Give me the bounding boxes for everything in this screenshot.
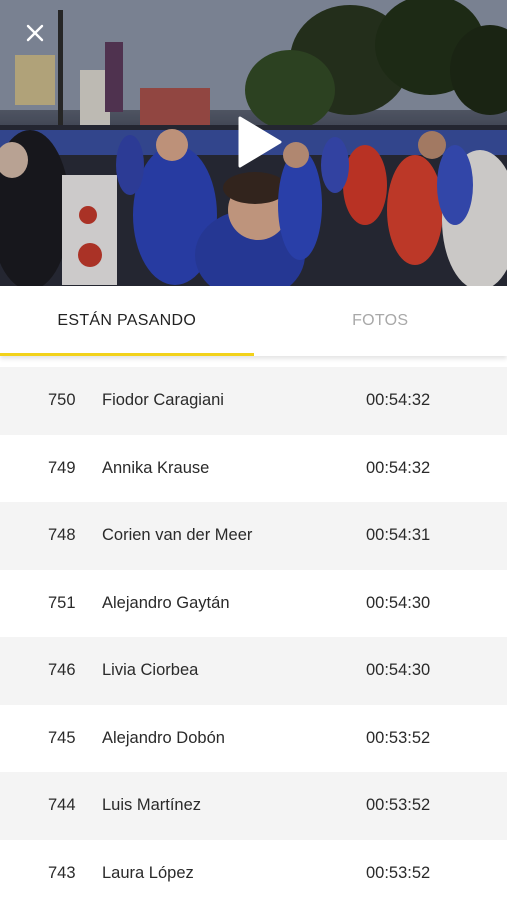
runner-bib: 751: [0, 594, 102, 613]
runner-name: Livia Ciorbea: [102, 661, 366, 680]
play-button[interactable]: [230, 112, 286, 172]
runner-bib: 745: [0, 729, 102, 748]
runner-row[interactable]: 748 Corien van der Meer 00:54:31: [0, 502, 507, 570]
runner-bib: 750: [0, 391, 102, 410]
runner-time: 00:53:52: [366, 729, 507, 748]
runner-time: 00:54:32: [366, 391, 507, 410]
runner-row[interactable]: 749 Annika Krause 00:54:32: [0, 435, 507, 503]
runners-list: 750 Fiodor Caragiani 00:54:32 749 Annika…: [0, 367, 507, 907]
play-icon: [230, 112, 286, 172]
runner-name: Alejandro Gaytán: [102, 594, 366, 613]
close-icon: [26, 24, 44, 42]
runner-time: 00:54:31: [366, 526, 507, 545]
runner-name: Laura López: [102, 864, 366, 883]
runner-name: Annika Krause: [102, 459, 366, 478]
runner-bib: 749: [0, 459, 102, 478]
runner-name: Corien van der Meer: [102, 526, 366, 545]
runner-time: 00:54:32: [366, 459, 507, 478]
runner-bib: 748: [0, 526, 102, 545]
runner-row[interactable]: 746 Livia Ciorbea 00:54:30: [0, 637, 507, 705]
runner-name: Alejandro Dobón: [102, 729, 366, 748]
runner-name: Luis Martínez: [102, 796, 366, 815]
runner-row[interactable]: 750 Fiodor Caragiani 00:54:32: [0, 367, 507, 435]
video-player[interactable]: [0, 0, 507, 286]
tab-fotos[interactable]: FOTOS: [254, 286, 507, 356]
runner-time: 00:53:52: [366, 796, 507, 815]
runner-row[interactable]: 745 Alejandro Dobón 00:53:52: [0, 705, 507, 773]
close-button[interactable]: [20, 18, 50, 48]
runner-time: 00:54:30: [366, 661, 507, 680]
runner-row[interactable]: 744 Luis Martínez 00:53:52: [0, 772, 507, 840]
runner-bib: 743: [0, 864, 102, 883]
runner-time: 00:53:52: [366, 864, 507, 883]
tab-bar: ESTÁN PASANDO FOTOS: [0, 286, 507, 356]
runner-row[interactable]: 751 Alejandro Gaytán 00:54:30: [0, 570, 507, 638]
runner-time: 00:54:30: [366, 594, 507, 613]
runner-bib: 744: [0, 796, 102, 815]
tab-estan-pasando[interactable]: ESTÁN PASANDO: [0, 286, 254, 356]
runner-name: Fiodor Caragiani: [102, 391, 366, 410]
runner-row[interactable]: 743 Laura López 00:53:52: [0, 840, 507, 907]
runner-bib: 746: [0, 661, 102, 680]
